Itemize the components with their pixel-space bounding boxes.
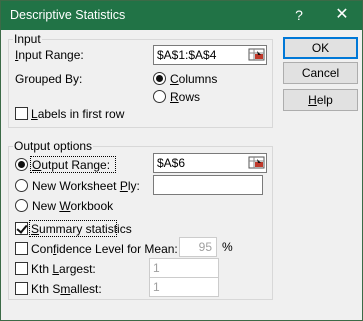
output-range-radio[interactable]: [15, 158, 28, 171]
input-range-value: $A$1:$A$4: [157, 48, 217, 62]
confidence-level-value: 95: [198, 240, 212, 254]
confidence-level-label-rest: idence Level for Mean:: [56, 242, 178, 256]
dialog-title: Descriptive Statistics: [10, 8, 126, 22]
output-range-selector-button[interactable]: [248, 155, 266, 171]
range-select-icon: [248, 156, 265, 169]
labels-first-row-checkbox[interactable]: [15, 107, 28, 120]
help-button-rest: elp: [316, 93, 333, 107]
rows-radio[interactable]: [153, 90, 166, 103]
columns-label-rest: olumns: [178, 72, 218, 86]
confidence-level-checkbox[interactable]: [15, 242, 28, 255]
new-workbook-label-rest: orkbook: [70, 199, 114, 213]
new-worksheet-field[interactable]: [153, 175, 263, 195]
output-options-label: Output options: [13, 139, 94, 153]
descriptive-statistics-dialog: Descriptive Statistics ? ✕ Input Input R…: [0, 0, 363, 321]
new-worksheet-label: New Worksheet Ply:: [32, 179, 140, 193]
confidence-level-unit: %: [222, 240, 233, 254]
input-range-label: Input Range:: [15, 48, 84, 62]
input-range-label-rest: nput Range:: [18, 48, 84, 62]
kth-largest-label: Kth Largest:: [31, 262, 96, 276]
title-bar[interactable]: Descriptive Statistics ? ✕: [1, 1, 362, 30]
confidence-level-label: Confidence Level for Mean:: [31, 242, 178, 256]
input-range-selector-button[interactable]: [248, 47, 266, 63]
help-button[interactable]: Help: [283, 89, 358, 111]
kth-largest-checkbox[interactable]: [15, 262, 28, 275]
summary-statistics-focus: [29, 220, 117, 237]
kth-largest-field[interactable]: 1: [149, 258, 219, 278]
kth-largest-label-rest: argest:: [59, 262, 96, 276]
kth-smallest-field[interactable]: 1: [149, 277, 219, 297]
labels-first-row-rest: abels in first row: [37, 107, 125, 121]
columns-radio[interactable]: [153, 72, 166, 85]
output-range-value: $A$6: [157, 156, 186, 170]
kth-smallest-label-rest: allest:: [70, 282, 102, 296]
cancel-button[interactable]: Cancel: [283, 62, 358, 84]
range-select-icon: [248, 48, 265, 61]
kth-smallest-label: Kth Smallest:: [31, 282, 102, 296]
output-range-focus: [30, 156, 116, 173]
confidence-level-field[interactable]: 95: [179, 237, 217, 257]
new-worksheet-radio[interactable]: [15, 179, 28, 192]
rows-label: Rows: [170, 90, 201, 104]
labels-first-row-label: Labels in first row: [31, 107, 125, 121]
new-workbook-label: New Workbook: [32, 199, 114, 213]
input-group-label: Input: [13, 32, 42, 46]
rows-label-rest: ows: [178, 90, 201, 104]
grouped-by-label: Grouped By:: [15, 72, 83, 86]
summary-statistics-checkbox[interactable]: [15, 222, 28, 235]
new-workbook-radio[interactable]: [15, 199, 28, 212]
ok-button[interactable]: OK: [283, 37, 358, 59]
kth-smallest-checkbox[interactable]: [15, 282, 28, 295]
new-worksheet-label-rest: ly:: [127, 179, 140, 193]
help-icon[interactable]: ?: [289, 5, 309, 25]
close-icon[interactable]: ✕: [332, 5, 352, 25]
columns-label: Columns: [170, 72, 218, 86]
